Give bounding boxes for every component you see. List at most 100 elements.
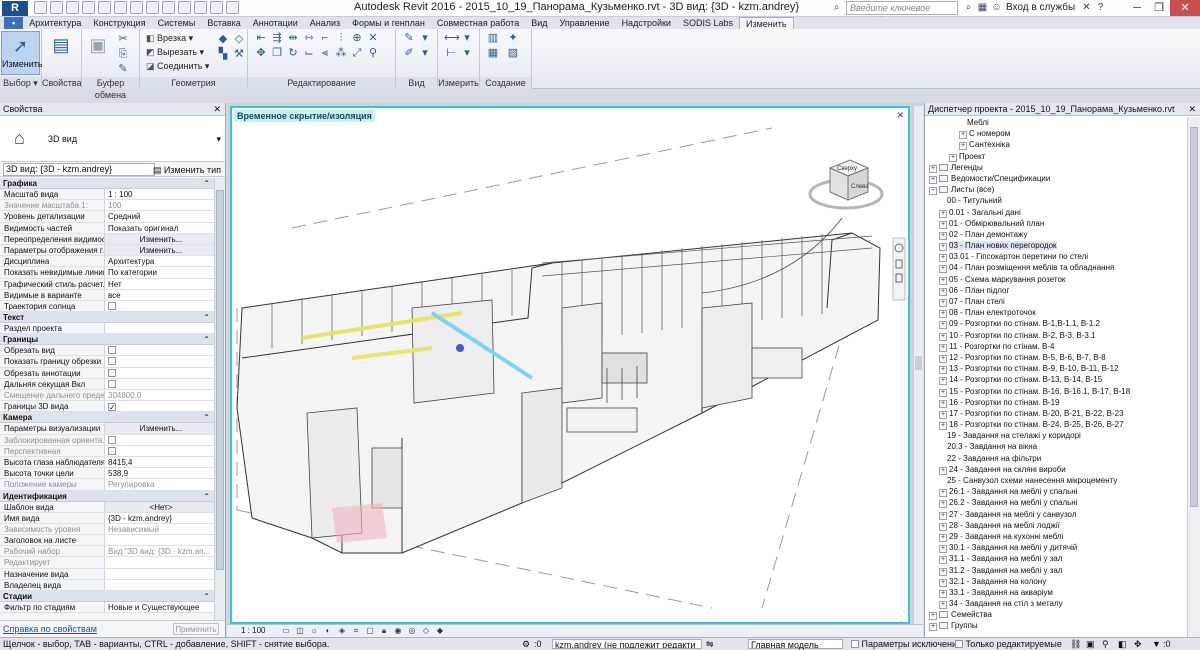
offset-icon[interactable]: ⇶ (270, 32, 284, 45)
browser-node[interactable]: 20.3 - Завдання на вікна (925, 441, 1187, 452)
property-value[interactable]: По категории (105, 267, 214, 278)
browser-node[interactable]: +33.1 - Завдання на акваріум (925, 587, 1187, 598)
redo-icon[interactable] (98, 1, 111, 14)
property-checkbox[interactable] (108, 346, 116, 355)
browser-node[interactable]: +26.2 - Завдання на меблі у спальні (925, 497, 1187, 509)
property-group-header[interactable]: Стадии ⌃ (0, 591, 214, 602)
expand-icon[interactable]: + (939, 500, 947, 509)
create-assembly-icon[interactable]: ▧ (506, 47, 520, 60)
expand-icon[interactable]: + (939, 399, 947, 408)
browser-node[interactable]: +27 - Завдання на меблі у санвузол (925, 509, 1187, 520)
property-value[interactable] (105, 323, 214, 334)
property-group-header[interactable]: Графика ⌃ (0, 178, 214, 189)
expand-icon[interactable]: + (939, 354, 947, 363)
rotate-icon[interactable]: ↻ (286, 47, 300, 60)
expand-icon[interactable]: + (939, 556, 947, 565)
browser-node[interactable]: +26.1 - Завдання на меблі у спальні (925, 486, 1187, 498)
property-checkbox[interactable] (108, 301, 116, 310)
join-button[interactable]: ◪ Соединить ▾ (146, 60, 209, 72)
analytical-model-icon[interactable]: ◇ (421, 626, 431, 636)
save-icon[interactable] (50, 1, 63, 14)
binoculars-icon[interactable]: ⌕ (830, 1, 843, 14)
expand-icon[interactable]: + (939, 310, 947, 319)
text-icon[interactable] (146, 1, 159, 14)
property-value[interactable]: ✓ (105, 401, 214, 412)
browser-node[interactable]: +05 - Схема маркування розеток (925, 274, 1187, 285)
3d-viewport[interactable]: Сверху Слева Временное скрытие/изоляция … (230, 106, 910, 624)
browser-scrollbar[interactable] (1187, 117, 1200, 637)
instance-filter-dropdown[interactable]: 3D вид: {3D - kzm.andrey} (3, 163, 155, 176)
help-icon[interactable]: ? (1094, 1, 1107, 14)
subscription-icon[interactable]: ▦ (976, 1, 989, 14)
browser-node[interactable]: 19 - Завдання на стелажі у коридорі (925, 430, 1187, 441)
expand-icon[interactable]: + (939, 511, 947, 520)
array-icon[interactable]: ⁂ (334, 47, 348, 60)
drag-elements-icon[interactable]: ✥ (1134, 639, 1142, 649)
select-pinned-icon[interactable]: ⚲ (1102, 639, 1109, 649)
property-value[interactable]: Новые и Существующее (105, 602, 214, 613)
measure-dropdown-icon[interactable]: ▾ (460, 32, 474, 45)
expand-icon[interactable]: + (939, 522, 947, 531)
browser-node[interactable]: 22 - Завдання на фільтри (925, 453, 1187, 464)
mirror-axis-icon[interactable]: ⇹ (286, 32, 300, 45)
browser-node[interactable]: 00 - Титульний (925, 195, 1187, 206)
browser-node[interactable]: +14 - Розгортки по стінам. В-13, В-14, В… (925, 374, 1187, 386)
tab-9[interactable]: Управление (554, 17, 616, 29)
cut-geometry-button[interactable]: ◩ Вырезать ▾ (146, 46, 204, 58)
property-value[interactable] (105, 378, 214, 389)
browser-node[interactable]: +30.1 - Завдання на меблі у дитячій (925, 542, 1187, 554)
maximize-button[interactable]: ❐ (1148, 0, 1170, 16)
collapse-icon[interactable]: ⌃ (203, 178, 210, 189)
property-value[interactable] (105, 579, 214, 590)
browser-node[interactable]: +03.01 - Гіпсокартон перетини по стелі (925, 251, 1187, 263)
pin-icon[interactable]: ⚲ (366, 47, 380, 60)
tab-4[interactable]: Аннотации (247, 17, 304, 29)
file-tab[interactable]: ▪ (4, 17, 24, 29)
property-edit-button[interactable]: Изменить... (105, 423, 214, 434)
property-value[interactable]: {3D - kzm.andrey} (105, 512, 214, 523)
expand-icon[interactable]: + (939, 545, 947, 554)
copy-icon[interactable]: ⎘ (116, 48, 130, 61)
copy-element-icon[interactable]: ❐ (270, 47, 284, 60)
browser-node[interactable]: +03 - План нових перегородок (925, 240, 1187, 252)
browser-node[interactable]: +29 - Завдання на кухонні меблі (925, 531, 1187, 542)
select-panel-name[interactable]: Выбор ▾ (0, 77, 41, 89)
properties-button[interactable]: ▤ (44, 31, 78, 75)
browser-node[interactable]: +31.2 - Завдання на меблі у зал (925, 565, 1187, 576)
chevron-down-icon[interactable]: ▾ (216, 134, 221, 145)
undo-icon[interactable] (82, 1, 95, 14)
tab-2[interactable]: Системы (152, 17, 202, 29)
tab-12[interactable]: Изменить (738, 17, 794, 29)
tab-3[interactable]: Вставка (201, 17, 246, 29)
expand-icon[interactable]: + (939, 388, 947, 397)
expand-icon[interactable]: + (939, 466, 947, 475)
render-icon[interactable]: ◈ (337, 626, 347, 636)
property-value[interactable]: 1 : 100 (105, 189, 214, 200)
browser-node[interactable]: +06 - План підлог (925, 285, 1187, 296)
paste-button[interactable]: ▣ (84, 31, 112, 75)
split-face-icon[interactable]: ◇ (232, 33, 246, 46)
property-value[interactable]: Средний (105, 211, 214, 222)
exchange-icon[interactable]: ✕ (1080, 1, 1093, 14)
tab-6[interactable]: Формы и генплан (346, 17, 431, 29)
browser-node[interactable]: + Легенды (925, 162, 1187, 173)
collapse-icon[interactable]: ⌃ (203, 591, 210, 602)
trim-icon[interactable]: ⌐ (318, 32, 332, 45)
crop-view-icon[interactable]: ⌗ (351, 626, 361, 636)
editable-only-checkbox[interactable]: Только редактируемые (955, 639, 1062, 649)
collapse-icon[interactable]: ⌃ (203, 412, 210, 423)
temporary-hide-icon[interactable]: ◉ (393, 626, 403, 636)
view-vertical-scrollbar[interactable] (913, 106, 923, 624)
properties-help-link[interactable]: Справка по свойствам (3, 624, 97, 634)
property-group-header[interactable]: Границы ⌃ (0, 334, 214, 346)
browser-scroll-thumb[interactable] (1190, 127, 1198, 507)
dimension-icon[interactable]: ⊢ (444, 47, 458, 60)
apply-button[interactable]: Применить (173, 623, 219, 635)
expand-icon[interactable]: + (939, 377, 947, 386)
expand-icon[interactable]: + (949, 153, 957, 162)
property-value[interactable] (105, 300, 214, 312)
property-group-header[interactable]: Текст ⌃ (0, 312, 214, 324)
browser-node[interactable]: +0.01 - Загальні дані (925, 207, 1187, 218)
browser-node[interactable]: +12 - Розгортки по стінам. В-5, В-6, В-7… (925, 352, 1187, 363)
cope-button[interactable]: ◧ Врезка ▾ (146, 32, 193, 44)
